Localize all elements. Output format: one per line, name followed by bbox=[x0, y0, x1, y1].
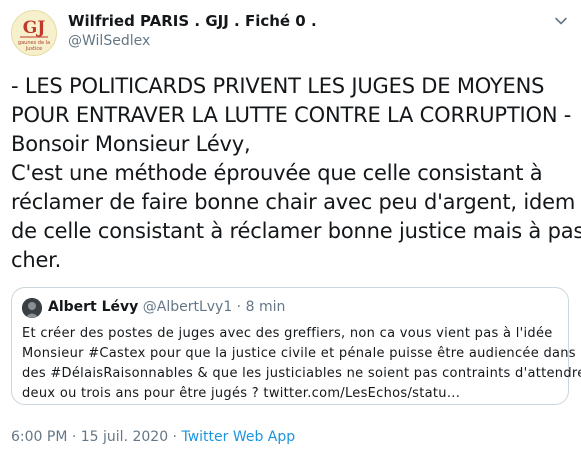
chevron-down-icon[interactable] bbox=[552, 12, 570, 30]
quoted-text-line: Et créer des postes de juges avec des gr… bbox=[22, 326, 553, 341]
svg-text:GJ: GJ bbox=[23, 18, 46, 38]
quoted-text: Et créer des postes de juges avec des gr… bbox=[22, 324, 581, 404]
tweet-card: GJ gaunes de la Justice Wilfried PARIS .… bbox=[0, 0, 581, 455]
author-avatar[interactable]: GJ gaunes de la Justice bbox=[11, 10, 57, 56]
author-handle[interactable]: @WilSedlex bbox=[68, 33, 150, 49]
tweet-timestamp[interactable]: 6:00 PM · 15 juil. 2020 · bbox=[11, 429, 181, 445]
tweet-text-line: Bonsoir Monsieur Lévy, bbox=[11, 132, 251, 156]
tweet-text-line: cher. bbox=[11, 248, 62, 272]
quoted-text-line: des #DélaisRaisonnables & que les justic… bbox=[22, 366, 581, 381]
quoted-text-line: deux ou trois ans pour être jugés ? twit… bbox=[22, 386, 461, 401]
tweet-text: - LES POLITICARDS PRIVENT LES JUGES DE M… bbox=[11, 72, 581, 275]
tweet-source-link[interactable]: Twitter Web App bbox=[181, 429, 295, 445]
avatar-logo-image: GJ gaunes de la Justice bbox=[12, 11, 56, 55]
svg-text:Justice: Justice bbox=[25, 46, 42, 52]
quoted-text-line: Monsieur #Castex pour que la justice civ… bbox=[22, 346, 576, 361]
quoted-author-avatar bbox=[22, 298, 42, 318]
quoted-header: Albert Lévy @AlbertLvy1 · 8 min bbox=[48, 299, 285, 315]
author-display-name[interactable]: Wilfried PARIS . GJJ . Fiché 0 . bbox=[68, 12, 317, 30]
tweet-text-line: de celle consistant à réclamer bonne jus… bbox=[11, 219, 581, 243]
tweet-meta: 6:00 PM · 15 juil. 2020 · Twitter Web Ap… bbox=[11, 429, 295, 445]
quoted-author-name: Albert Lévy bbox=[48, 299, 139, 315]
tweet-text-line: réclamer de faire bonne chair avec peu d… bbox=[11, 190, 576, 214]
tweet-text-line: POUR ENTRAVER LA LUTTE CONTRE LA CORRUPT… bbox=[11, 103, 572, 127]
tweet-text-line: - LES POLITICARDS PRIVENT LES JUGES DE M… bbox=[11, 74, 545, 98]
quoted-handle-time: @AlbertLvy1 · 8 min bbox=[138, 299, 286, 315]
tweet-text-line: C'est une méthode éprouvée que celle con… bbox=[11, 161, 543, 185]
quoted-tweet[interactable]: Albert Lévy @AlbertLvy1 · 8 min Et créer… bbox=[11, 287, 581, 405]
